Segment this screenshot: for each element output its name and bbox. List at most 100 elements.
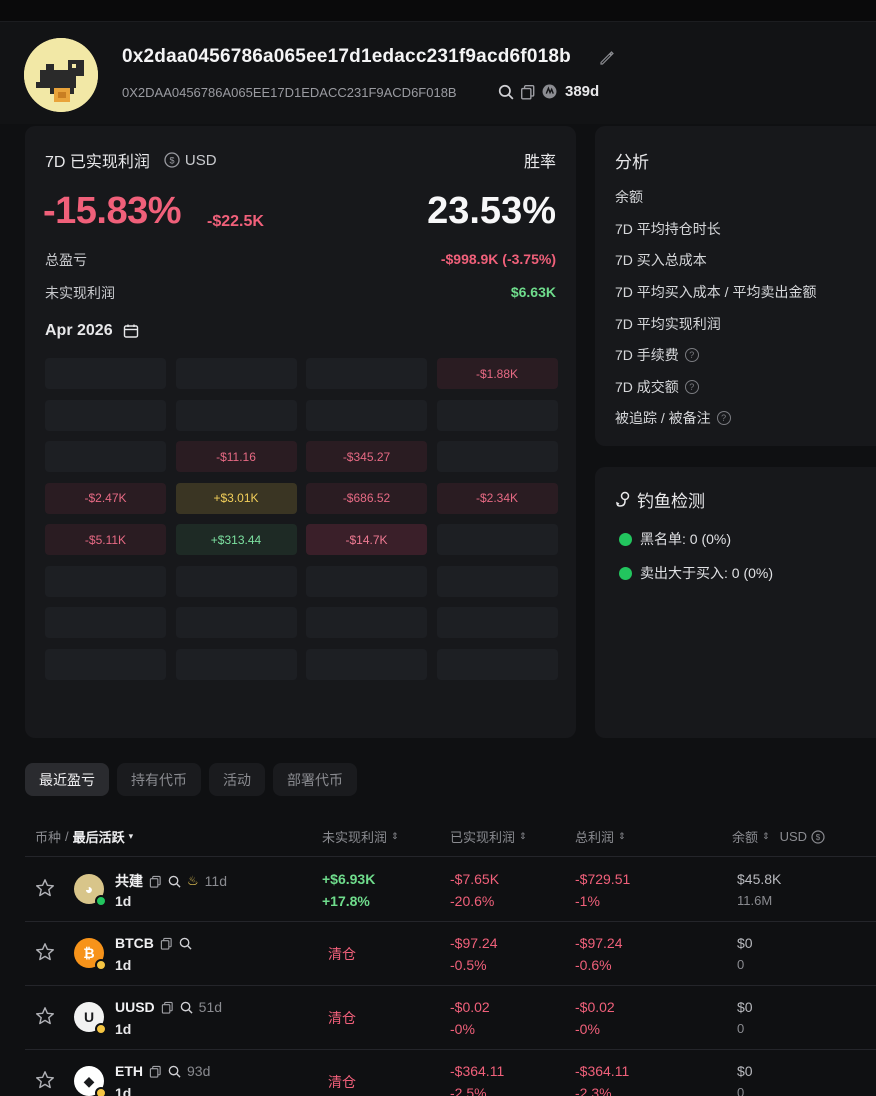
tab-activity[interactable]: 活动 [209, 763, 265, 796]
star-icon[interactable] [35, 942, 55, 962]
calendar-day[interactable] [45, 648, 166, 680]
calendar-day-pnl[interactable]: +$313.44 [175, 524, 297, 555]
col-unrealized-header[interactable]: 未实现利润 ⇕ [322, 827, 399, 846]
col-coin-header[interactable]: 币种 / 最后活跃 ▾ [35, 827, 133, 846]
balance-amount: 0 [737, 1085, 745, 1096]
edit-pencil-icon[interactable] [598, 49, 616, 67]
copy-icon[interactable] [160, 937, 173, 950]
realized-value: -$97.24 [450, 935, 498, 951]
help-icon[interactable]: ? [684, 380, 699, 394]
calendar-day-pnl[interactable]: -$11.16 [175, 441, 297, 472]
calendar-day[interactable] [306, 607, 427, 638]
calendar-day[interactable] [436, 441, 558, 472]
calendar-day[interactable] [175, 565, 297, 597]
fishing-hook-icon [616, 491, 630, 507]
calendar-day[interactable] [436, 524, 558, 555]
calendar-day-pnl[interactable]: -$5.11K [45, 524, 166, 555]
star-icon[interactable] [35, 1070, 55, 1090]
calendar-day-pnl[interactable]: +$3.01K [175, 482, 297, 514]
search-icon[interactable] [498, 84, 514, 100]
currency-toggle[interactable]: $ USD [164, 152, 217, 169]
col-balance-header[interactable]: 余额 ⇕ USD $ [732, 827, 825, 846]
calendar-day-pnl[interactable]: -$686.52 [306, 482, 427, 514]
calendar-day-pnl[interactable]: -$345.27 [306, 441, 427, 472]
search-icon[interactable] [168, 1065, 181, 1078]
unrealized-label: 未实现利润 [45, 285, 115, 301]
star-icon[interactable] [35, 1006, 55, 1026]
calendar-day[interactable] [436, 607, 558, 638]
col-realized-header[interactable]: 已实现利润 ⇕ [450, 827, 527, 846]
calendar-day[interactable] [436, 648, 558, 680]
sort-icon[interactable]: ⇕ [519, 831, 527, 842]
coin-symbol[interactable]: UUSD [115, 999, 155, 1015]
month-selector[interactable]: Apr 2026 [45, 322, 139, 340]
sort-icon[interactable]: ⇕ [762, 831, 770, 842]
realized-value: -$0.02 [450, 999, 490, 1015]
chain-logo-icon [542, 84, 557, 99]
sort-icon[interactable]: ▾ [129, 831, 134, 842]
search-icon[interactable] [168, 875, 181, 888]
total-percent: -0.6% [575, 957, 612, 973]
calendar-day[interactable] [306, 648, 427, 680]
sort-icon[interactable]: ⇕ [618, 831, 626, 842]
sort-icon[interactable]: ⇕ [391, 831, 399, 842]
tab-recent-pnl[interactable]: 最近盈亏 [25, 763, 109, 796]
tab-deployed[interactable]: 部署代币 [273, 763, 357, 796]
coin-symbol[interactable]: 共建 [115, 871, 143, 891]
total-value: -$97.24 [575, 935, 623, 951]
calendar-day[interactable] [306, 565, 427, 597]
analysis-avg-buy-sell: 7D 平均买入成本 / 平均卖出金额 [615, 284, 817, 300]
analysis-avg-realized: 7D 平均实现利润 [615, 316, 721, 332]
search-icon[interactable] [179, 937, 192, 950]
calendar-day[interactable] [306, 399, 427, 431]
copy-icon[interactable] [149, 875, 162, 888]
table-row[interactable]: ◆ ETH 93d 1d 清仓 -$364.11 -2.5% -$364.11 -2.3% $0 0 [25, 1050, 876, 1096]
calendar-icon [123, 324, 138, 338]
copy-icon[interactable] [149, 1065, 162, 1078]
calendar-day[interactable] [306, 358, 427, 389]
calendar-day[interactable] [45, 441, 166, 472]
table-row[interactable]: ₿ BTCB 1d 清仓 -$97.24 -0.5% -$97.24 -0.6% $0 0 [25, 922, 876, 986]
calendar-day[interactable] [436, 399, 558, 431]
chain-badge-icon [95, 1023, 107, 1035]
coin-logo-icon: U [74, 1002, 107, 1035]
calendar-day-pnl[interactable]: -$14.7K [306, 524, 427, 555]
phishing-card: 钓鱼检测 黑名单: 0 (0%) 卖出大于买入: 0 (0%) [595, 467, 876, 738]
realized-percent: -20.6% [450, 893, 495, 909]
calendar-day[interactable] [175, 358, 297, 389]
realized-value: -$364.11 [450, 1063, 505, 1079]
calendar-day[interactable] [175, 607, 297, 638]
help-icon[interactable]: ? [684, 348, 699, 362]
calendar-day-pnl[interactable]: -$2.34K [436, 482, 558, 514]
analysis-buy-cost: 7D 买入总成本 [615, 252, 707, 268]
calendar-day-pnl[interactable]: -$2.47K [45, 482, 166, 514]
star-icon[interactable] [35, 878, 55, 898]
calendar-day[interactable] [45, 358, 166, 389]
total-value: -$729.51 [575, 871, 631, 887]
coin-symbol[interactable]: BTCB [115, 935, 154, 951]
coin-symbol[interactable]: ETH [115, 1063, 143, 1079]
help-icon[interactable]: ? [716, 411, 731, 425]
tab-holdings[interactable]: 持有代币 [117, 763, 201, 796]
search-icon[interactable] [180, 1001, 193, 1014]
calendar-day[interactable] [45, 565, 166, 597]
realized-percent: -0% [450, 1021, 475, 1037]
currency-icon[interactable]: $ [811, 829, 825, 844]
table-row[interactable]: U UUSD 51d 1d 清仓 -$0.02 -0% -$0.02 -0% $0 0 [25, 986, 876, 1050]
chain-badge-icon [95, 1087, 107, 1096]
calendar-day[interactable] [45, 607, 166, 638]
total-percent: -2.3% [575, 1085, 612, 1096]
calendar-day[interactable] [45, 399, 166, 431]
wallet-avatar [24, 38, 98, 112]
copy-icon[interactable] [161, 1001, 174, 1014]
col-total-header[interactable]: 总利润 ⇕ [575, 827, 626, 846]
calendar-day[interactable] [175, 648, 297, 680]
table-row[interactable]: ◕ 共建 ♨ 11d 1d +$6.93K +17.8% -$7.65K -20.6% -$729… [25, 858, 876, 922]
wallet-address-full: 0X2DAA0456786A065EE17D1EDACC231F9ACD6F01… [122, 85, 457, 100]
coin-logo-icon: ◆ [74, 1066, 107, 1096]
copy-icon[interactable] [520, 84, 536, 100]
col-last-active[interactable]: 最后活跃 [73, 827, 125, 846]
calendar-day[interactable] [436, 565, 558, 597]
calendar-day-pnl[interactable]: -$1.88K [436, 358, 558, 389]
calendar-day[interactable] [175, 399, 297, 431]
